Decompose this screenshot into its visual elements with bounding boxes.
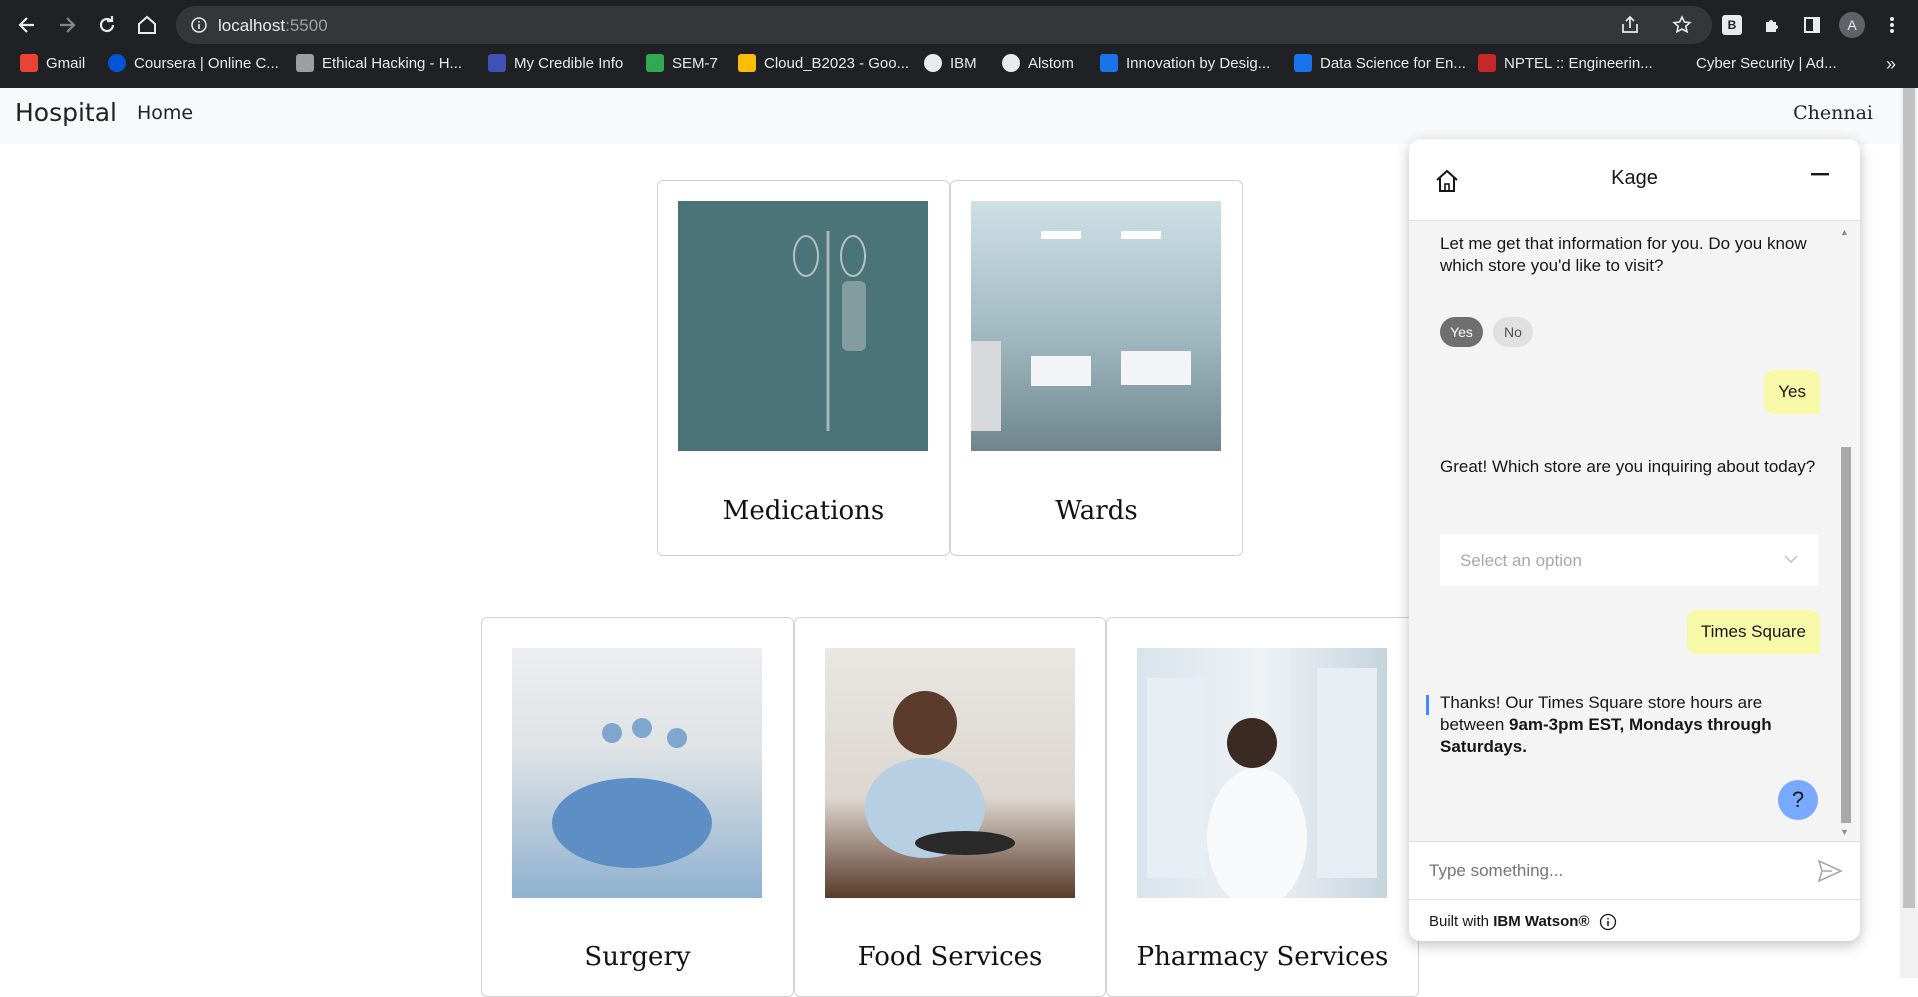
brand-logo[interactable]: Hospital: [15, 98, 117, 127]
bookmark-innovation-by-design[interactable]: Innovation by Desig...: [1100, 54, 1270, 72]
option-yes-button[interactable]: Yes: [1440, 317, 1483, 347]
bookmark-ethical-hacking[interactable]: Ethical Hacking - H...: [296, 54, 462, 72]
city-label: Chennai: [1793, 102, 1873, 124]
gmail-icon: [20, 54, 38, 72]
bookmark-gmail[interactable]: Gmail: [20, 54, 85, 72]
home-icon[interactable]: [132, 10, 162, 40]
chat-scrollbar-thumb[interactable]: [1841, 447, 1851, 823]
globe-icon: [924, 54, 942, 72]
bookmark-cloud-b2023[interactable]: Cloud_B2023 - Goo...: [738, 54, 909, 72]
more-bookmarks-icon[interactable]: »: [1886, 54, 1896, 75]
home-link[interactable]: Home: [137, 102, 193, 124]
globe-icon: [1002, 54, 1020, 72]
url-text[interactable]: localhost:5500: [218, 16, 328, 36]
bookmark-sem7[interactable]: SEM-7: [646, 54, 718, 72]
card-title-pharmacy-services: Pharmacy Services: [1136, 942, 1389, 972]
chat-input-area: [1409, 841, 1860, 899]
credible-info-icon: [488, 54, 506, 72]
info-icon[interactable]: [190, 16, 208, 34]
card-title-surgery: Surgery: [584, 942, 691, 972]
google-drive-icon: [738, 54, 756, 72]
site-navbar: Hospital Home Chennai: [0, 88, 1900, 144]
s-logo-icon: [1294, 54, 1312, 72]
chevron-down-icon: [1784, 555, 1798, 564]
option-no-button[interactable]: No: [1493, 317, 1533, 347]
send-icon[interactable]: [1817, 859, 1843, 883]
card-title-wards: Wards: [1055, 496, 1138, 526]
bookmark-cyber-security[interactable]: Cyber Security | Ad...: [1670, 54, 1837, 72]
forward-icon[interactable]: [52, 10, 82, 40]
hospital-ward-image: [971, 201, 1221, 451]
s-logo-icon: [1100, 54, 1118, 72]
pharmacy-image: [1137, 648, 1387, 908]
card-title-food-services: Food Services: [857, 942, 1043, 972]
info-icon[interactable]: [1599, 913, 1617, 931]
minimize-icon[interactable]: [1811, 173, 1829, 177]
surgery-image: [512, 648, 762, 898]
back-icon[interactable]: [12, 10, 42, 40]
browser-menu-icon[interactable]: [1877, 10, 1907, 40]
chat-messages: Let me get that information for you. Do …: [1409, 221, 1860, 841]
card-pharmacy-services[interactable]: Pharmacy Services: [1106, 617, 1419, 997]
bookmark-data-science[interactable]: Data Science for En...: [1294, 54, 1466, 72]
chat-scrollbar[interactable]: ▲ ▼: [1839, 227, 1853, 837]
address-bar[interactable]: localhost:5500: [176, 6, 1712, 44]
chat-message-input[interactable]: [1429, 856, 1789, 886]
store-select-dropdown[interactable]: Select an option: [1440, 535, 1818, 585]
chat-title: Kage: [1611, 167, 1658, 189]
built-with-label: Built with IBM Watson®: [1429, 913, 1590, 930]
bookmarks-bar: Gmail Coursera | Online C... Ethical Hac…: [0, 50, 1918, 80]
bot-message: Thanks! Our Times Square store hours are…: [1440, 693, 1772, 756]
coursera-icon: [108, 54, 126, 72]
extensions-puzzle-icon[interactable]: [1757, 10, 1787, 40]
bookmark-coursera[interactable]: Coursera | Online C...: [108, 54, 279, 72]
bot-message: Let me get that information for you. Do …: [1440, 234, 1807, 275]
bookmark-nptel[interactable]: NPTEL :: Engineerin...: [1478, 54, 1653, 72]
cyber-security-icon: [1670, 54, 1688, 72]
reload-icon[interactable]: [92, 10, 122, 40]
bookmark-ibm[interactable]: IBM: [924, 54, 977, 72]
bot-message-accent-bar: [1426, 695, 1429, 715]
share-icon[interactable]: [1620, 15, 1640, 35]
nptel-icon: [1478, 54, 1496, 72]
extension-b-icon[interactable]: B: [1717, 10, 1747, 40]
side-panel-icon[interactable]: [1797, 10, 1827, 40]
card-food-services[interactable]: Food Services: [794, 617, 1106, 997]
google-drive-icon: [646, 54, 664, 72]
user-message: Times Square: [1686, 610, 1820, 654]
chat-footer: Built with IBM Watson®: [1409, 899, 1860, 941]
iv-drip-image: [678, 201, 928, 451]
ethical-hacking-icon: [296, 54, 314, 72]
card-wards[interactable]: Wards: [950, 180, 1243, 556]
chat-header: Kage: [1409, 139, 1860, 221]
scroll-up-arrow-icon[interactable]: ▲: [1840, 227, 1849, 237]
card-title-medications: Medications: [722, 496, 885, 526]
user-message: Yes: [1764, 370, 1820, 414]
profile-avatar[interactable]: A: [1837, 10, 1867, 40]
food-service-image: [825, 648, 1075, 898]
bookmark-alstom[interactable]: Alstom: [1002, 54, 1074, 72]
scroll-down-arrow-icon[interactable]: ▼: [1840, 827, 1849, 837]
select-placeholder: Select an option: [1460, 551, 1582, 570]
bookmark-star-icon[interactable]: [1672, 15, 1692, 35]
bot-message: Great! Which store are you inquiring abo…: [1440, 457, 1816, 476]
chat-widget: Kage Let me get that information for you…: [1409, 139, 1860, 941]
card-medications[interactable]: Medications: [657, 180, 950, 556]
card-surgery[interactable]: Surgery: [481, 617, 794, 997]
browser-toolbar: localhost:5500 B A Gmail Coursera | Onli…: [0, 0, 1918, 88]
bookmark-my-credible-info[interactable]: My Credible Info: [488, 54, 623, 72]
help-button[interactable]: ?: [1778, 780, 1818, 820]
page-scrollbar[interactable]: [1900, 88, 1918, 978]
page-scrollbar-thumb[interactable]: [1903, 88, 1915, 908]
